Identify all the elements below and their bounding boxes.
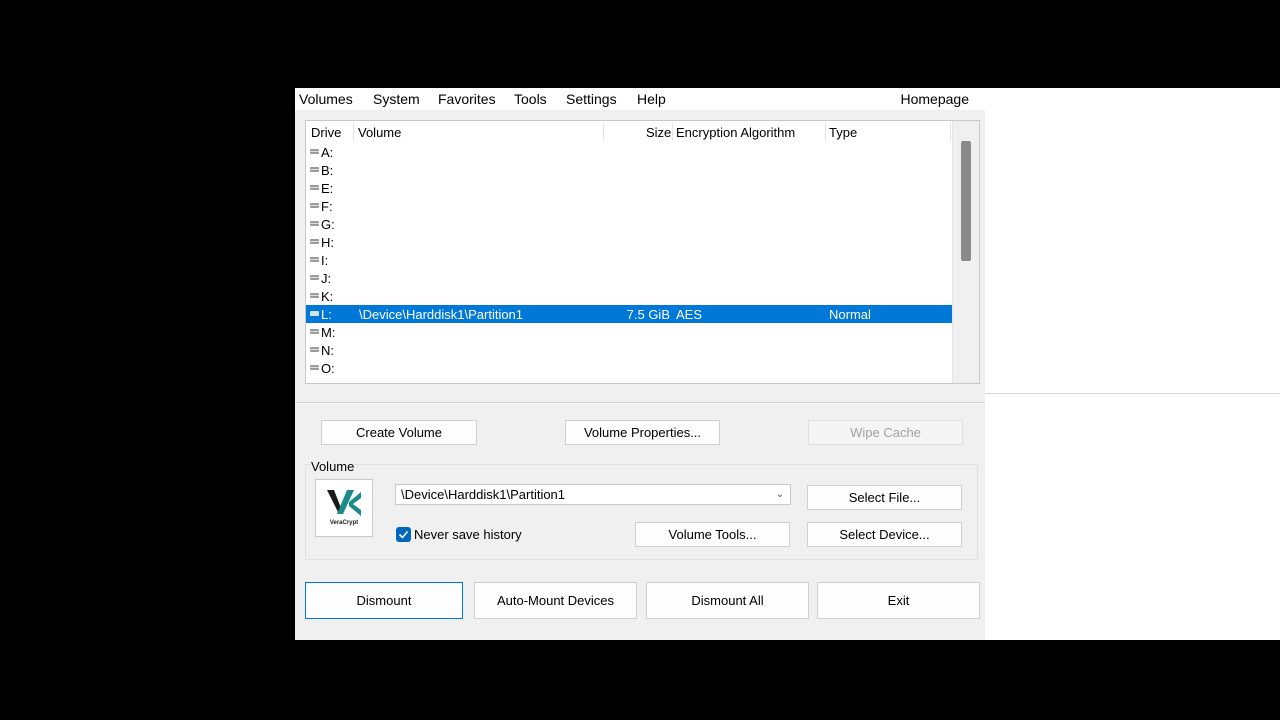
- list-row[interactable]: H:: [306, 233, 952, 251]
- list-row-partial[interactable]: [306, 377, 952, 383]
- row-volume: \Device\Harddisk1\Partition1: [359, 307, 524, 322]
- auto-mount-devices-button[interactable]: Auto-Mount Devices: [474, 582, 637, 619]
- volume-path-combobox[interactable]: \Device\Harddisk1\Partition1 ⌄: [395, 484, 791, 505]
- menu-favorites[interactable]: Favorites: [438, 91, 496, 107]
- chevron-down-icon[interactable]: ⌄: [776, 489, 784, 500]
- list-scrollbar[interactable]: [952, 121, 979, 383]
- list-row[interactable]: O:: [306, 359, 952, 377]
- volume-list[interactable]: Drive Volume Size Encryption Algorithm T…: [305, 120, 980, 384]
- drive-icon: [310, 347, 319, 352]
- drive-icon: [310, 239, 319, 244]
- header-drive[interactable]: Drive: [311, 125, 341, 140]
- row-drive: B:: [321, 163, 334, 178]
- scrollbar-thumb[interactable]: [961, 141, 971, 261]
- menu-volumes[interactable]: Volumes: [299, 91, 353, 107]
- menu-homepage[interactable]: Homepage: [901, 91, 970, 107]
- header-size[interactable]: Size: [646, 125, 671, 140]
- row-drive: N:: [321, 343, 334, 358]
- exit-button[interactable]: Exit: [817, 582, 980, 619]
- dismount-button[interactable]: Dismount: [305, 582, 463, 619]
- row-drive: K:: [321, 289, 334, 304]
- veracrypt-logo: VeraCrypt: [315, 479, 373, 537]
- menu-system[interactable]: System: [373, 91, 420, 107]
- veracrypt-window: Volumes System Favorites Tools Settings …: [295, 88, 985, 640]
- row-drive: J:: [321, 271, 332, 286]
- row-drive: H:: [321, 235, 334, 250]
- veracrypt-logo-icon: [327, 490, 361, 516]
- list-row[interactable]: I:: [306, 251, 952, 269]
- list-row[interactable]: E:: [306, 179, 952, 197]
- list-row[interactable]: K:: [306, 287, 952, 305]
- volume-list-body: Drive Volume Size Encryption Algorithm T…: [306, 121, 952, 383]
- row-encryption: AES: [676, 307, 703, 322]
- list-row-selected[interactable]: L: \Device\Harddisk1\Partition1 7.5 GiB …: [306, 305, 952, 323]
- drive-icon: [310, 275, 319, 280]
- select-device-button[interactable]: Select Device...: [807, 522, 962, 547]
- select-file-button[interactable]: Select File...: [807, 485, 962, 510]
- drive-icon: [310, 221, 319, 226]
- header-separator[interactable]: [603, 123, 604, 141]
- logo-text: VeraCrypt: [329, 520, 359, 526]
- create-volume-button[interactable]: Create Volume: [321, 420, 477, 445]
- drive-icon: [310, 257, 319, 262]
- list-row[interactable]: F:: [306, 197, 952, 215]
- list-row[interactable]: A:: [306, 143, 952, 161]
- menu-help[interactable]: Help: [637, 91, 666, 107]
- header-separator[interactable]: [353, 123, 354, 141]
- row-drive: G:: [321, 217, 335, 232]
- header-encryption[interactable]: Encryption Algorithm: [676, 125, 795, 140]
- drive-icon: [310, 329, 319, 334]
- wipe-cache-button[interactable]: Wipe Cache: [808, 420, 963, 445]
- row-drive: A:: [321, 145, 334, 160]
- drive-icon: [310, 293, 319, 298]
- drive-icon: [310, 311, 319, 316]
- desktop-background: [985, 88, 1280, 640]
- background-divider: [985, 393, 1280, 394]
- never-save-history-checkbox[interactable]: [396, 527, 411, 542]
- row-drive: E:: [321, 181, 334, 196]
- header-separator[interactable]: [950, 123, 951, 141]
- row-drive: I:: [321, 253, 329, 268]
- section-divider-highlight: [295, 403, 985, 404]
- row-type: Normal: [829, 307, 871, 322]
- checkmark-icon: [398, 530, 409, 539]
- header-separator[interactable]: [672, 123, 673, 141]
- header-volume[interactable]: Volume: [358, 125, 401, 140]
- drive-icon: [310, 365, 319, 370]
- drive-icon: [310, 203, 319, 208]
- drive-icon: [310, 185, 319, 190]
- never-save-history-label[interactable]: Never save history: [414, 527, 522, 542]
- volume-group-label: Volume: [311, 459, 355, 474]
- row-size: 7.5 GiB: [626, 307, 670, 322]
- volume-tools-button[interactable]: Volume Tools...: [635, 522, 790, 547]
- list-header: Drive Volume Size Encryption Algorithm T…: [306, 121, 952, 143]
- menu-bar: Volumes System Favorites Tools Settings …: [295, 88, 985, 110]
- list-row[interactable]: N:: [306, 341, 952, 359]
- menu-tools[interactable]: Tools: [514, 91, 547, 107]
- row-drive: F:: [321, 199, 333, 214]
- header-separator[interactable]: [825, 123, 826, 141]
- drive-icon: [310, 167, 319, 172]
- header-type[interactable]: Type: [829, 125, 857, 140]
- volume-properties-button[interactable]: Volume Properties...: [565, 420, 720, 445]
- drive-icon: [310, 149, 319, 154]
- row-drive: O:: [321, 361, 335, 376]
- list-row[interactable]: B:: [306, 161, 952, 179]
- list-row[interactable]: G:: [306, 215, 952, 233]
- row-drive: L:: [321, 307, 332, 322]
- row-drive: M:: [321, 325, 336, 340]
- dismount-all-button[interactable]: Dismount All: [646, 582, 809, 619]
- list-row[interactable]: J:: [306, 269, 952, 287]
- menu-settings[interactable]: Settings: [566, 91, 617, 107]
- volume-path-value: \Device\Harddisk1\Partition1: [401, 487, 566, 502]
- list-row[interactable]: M:: [306, 323, 952, 341]
